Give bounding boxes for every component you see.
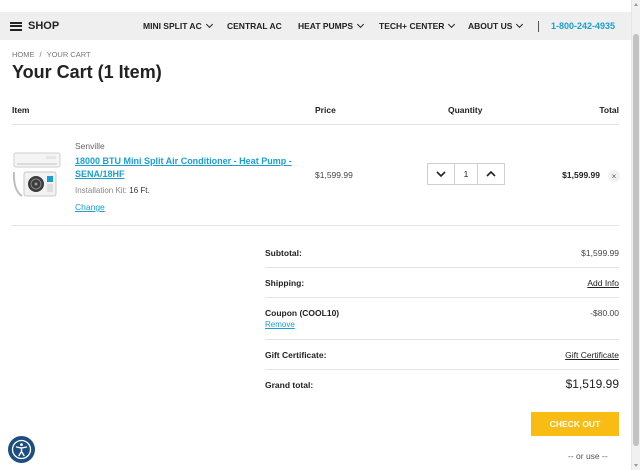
- or-use-label: -- or use --: [568, 451, 608, 461]
- breadcrumb-current: YOUR CART: [46, 50, 91, 59]
- item-total: $1,599.99: [562, 170, 600, 180]
- chevron-down-icon: [357, 20, 365, 29]
- summary-divider: [265, 297, 619, 298]
- chevron-down-icon: [516, 20, 524, 29]
- grand-total-value: $1,519.99: [565, 377, 619, 391]
- summary-divider: [265, 267, 619, 268]
- close-icon: ×: [611, 171, 617, 181]
- gift-certificate-link[interactable]: Gift Certificate: [565, 350, 619, 360]
- decrease-quantity-button[interactable]: [428, 164, 454, 184]
- checkout-button[interactable]: CHECK OUT: [531, 412, 619, 436]
- nav-item-heat-pumps[interactable]: HEAT PUMPS: [298, 12, 365, 40]
- nav-item-mini-split-ac[interactable]: MINI SPLIT AC: [143, 12, 213, 40]
- nav-item-label: MINI SPLIT AC: [143, 21, 202, 31]
- nav-item-tech-center[interactable]: TECH+ CENTER: [379, 12, 456, 40]
- scroll-down-arrow-icon[interactable]: [634, 464, 638, 467]
- top-nav-bar: SHOP MINI SPLIT AC CENTRAL AC HEAT PUMPS…: [0, 12, 631, 40]
- accessibility-button[interactable]: [8, 436, 35, 463]
- product-brand: Senville: [75, 141, 105, 151]
- coupon-label: Coupon (COOL10): [265, 308, 340, 318]
- gift-certificate-label: Gift Certificate:: [265, 350, 327, 360]
- nav-item-label: CENTRAL AC: [227, 21, 282, 31]
- phone-link[interactable]: 1-800-242-4935: [551, 12, 615, 40]
- chevron-up-icon: [486, 171, 496, 177]
- grand-total-label: Grand total:: [265, 380, 314, 390]
- table-header-divider: [12, 124, 619, 125]
- increase-quantity-button[interactable]: [478, 164, 504, 184]
- summary-divider: [265, 339, 619, 340]
- hamburger-icon: [10, 21, 22, 31]
- remove-coupon-link[interactable]: Remove: [265, 320, 295, 329]
- column-header-quantity: Quantity: [448, 105, 483, 115]
- subtotal-value: $1,599.99: [581, 248, 619, 258]
- add-shipping-info-link[interactable]: Add Info: [587, 278, 619, 288]
- product-name-link[interactable]: 18000 BTU Mini Split Air Conditioner - H…: [75, 155, 309, 181]
- shop-label: SHOP: [28, 20, 60, 32]
- nav-divider: [538, 21, 539, 32]
- shipping-label: Shipping:: [265, 278, 305, 288]
- quantity-input[interactable]: 1: [454, 164, 478, 184]
- subtotal-label: Subtotal:: [265, 248, 302, 258]
- breadcrumb-separator: /: [39, 50, 42, 59]
- chevron-down-icon: [205, 20, 213, 29]
- breadcrumb-home[interactable]: HOME: [12, 50, 35, 59]
- nav-item-label: ABOUT US: [468, 21, 513, 31]
- product-option: Installation Kit: 16 Ft.: [75, 186, 150, 195]
- nav-item-about-us[interactable]: ABOUT US: [468, 12, 524, 40]
- accessibility-icon: [11, 439, 32, 460]
- column-header-price: Price: [315, 105, 336, 115]
- change-option-link[interactable]: Change: [75, 202, 105, 212]
- page-scrollbar[interactable]: [631, 0, 640, 470]
- scrollbar-thumb[interactable]: [633, 34, 639, 446]
- nav-item-label: TECH+ CENTER: [379, 21, 445, 31]
- remove-item-button[interactable]: ×: [608, 170, 620, 182]
- item-price: $1,599.99: [315, 170, 353, 180]
- scroll-up-arrow-icon[interactable]: [634, 3, 638, 6]
- column-header-total: Total: [599, 105, 619, 115]
- page-title: Your Cart (1 Item): [12, 62, 162, 82]
- breadcrumb: HOME / YOUR CART: [12, 50, 91, 59]
- cart-item-divider: [12, 225, 619, 226]
- product-option-value: 16 Ft.: [129, 186, 150, 195]
- chevron-down-icon: [448, 20, 456, 29]
- summary-divider: [265, 369, 619, 370]
- coupon-value: -$80.00: [590, 308, 619, 318]
- chevron-down-icon: [436, 171, 446, 177]
- nav-item-central-ac[interactable]: CENTRAL AC: [227, 12, 282, 40]
- product-option-label: Installation Kit:: [75, 186, 128, 195]
- column-header-item: Item: [12, 105, 30, 115]
- product-image[interactable]: [12, 150, 62, 200]
- quantity-stepper: 1: [427, 163, 505, 185]
- nav-item-label: HEAT PUMPS: [298, 21, 354, 31]
- shop-menu-button[interactable]: SHOP: [10, 12, 59, 40]
